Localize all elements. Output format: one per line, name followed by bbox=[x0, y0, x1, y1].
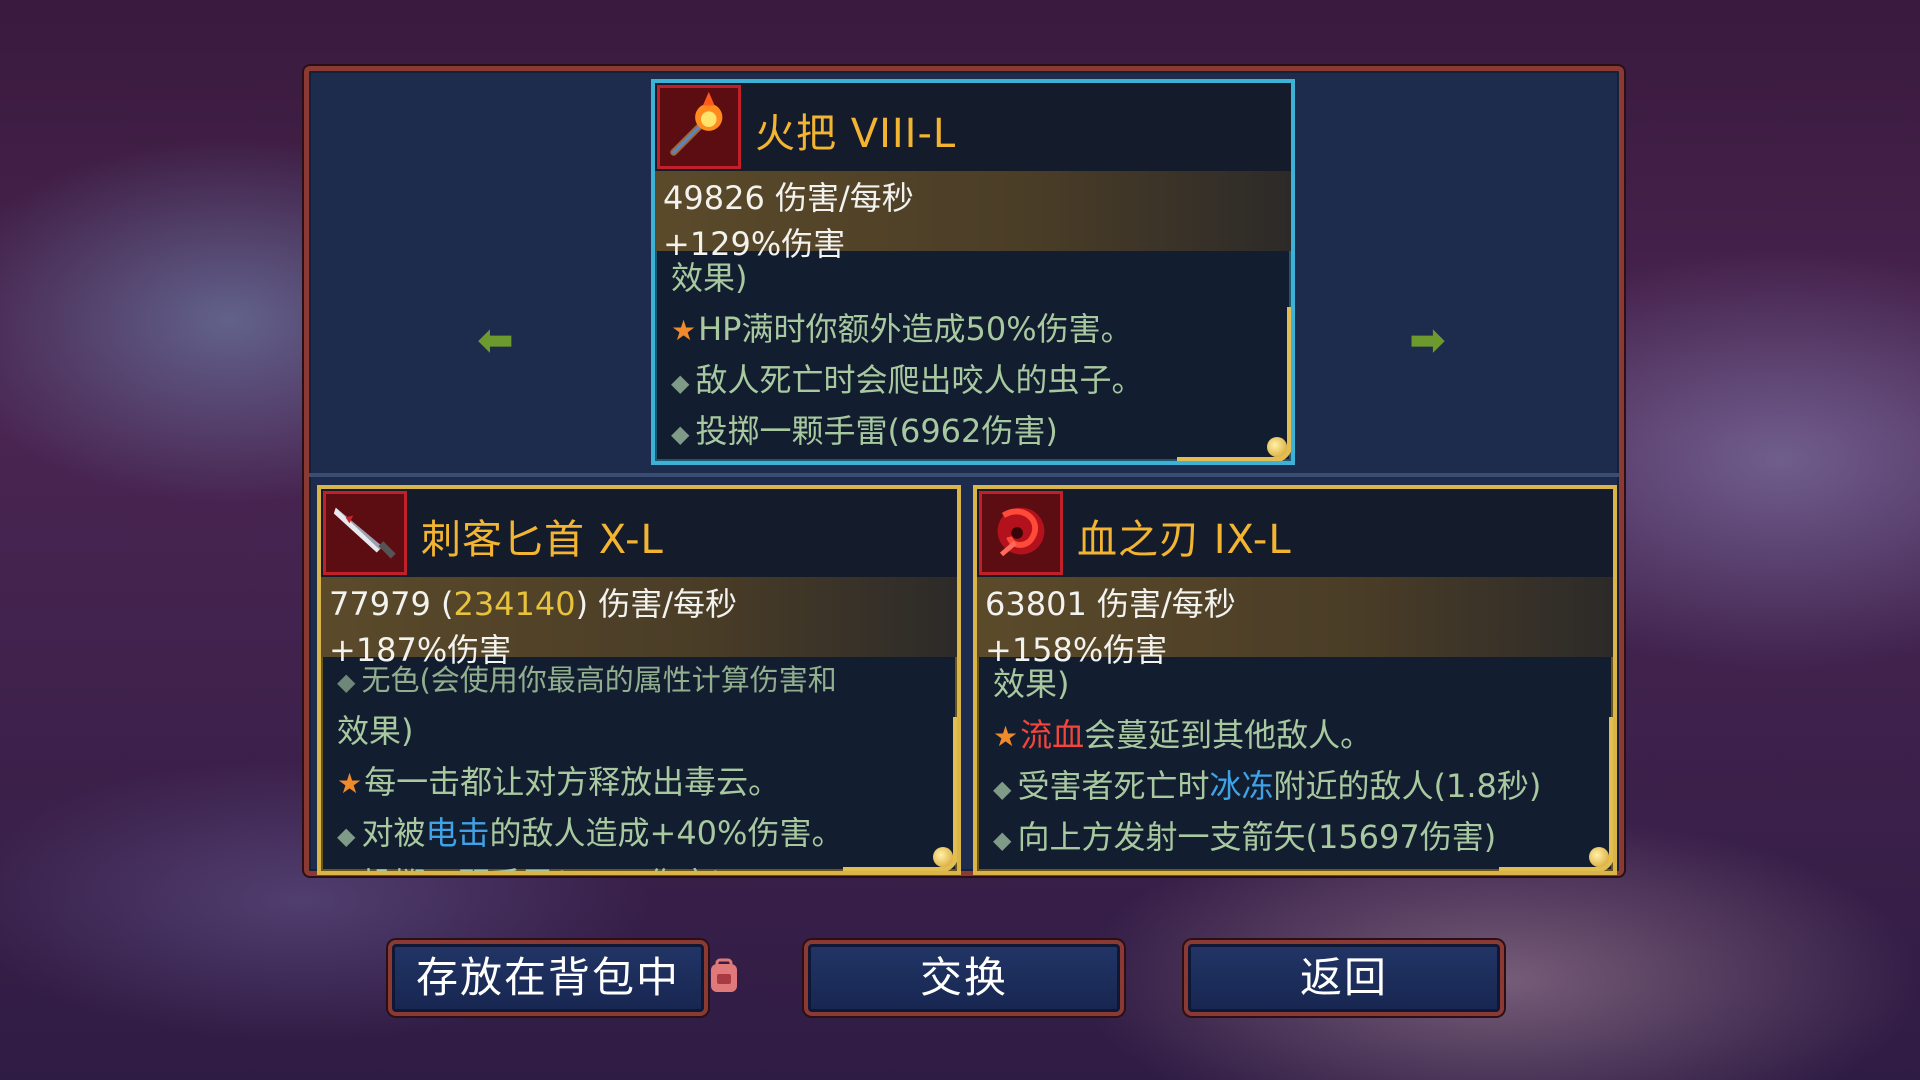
star-icon: ★ bbox=[993, 720, 1019, 753]
gem-icon bbox=[933, 847, 953, 867]
star-icon: ★ bbox=[671, 314, 697, 347]
effect-line: ★HP满时你额外造成50%伤害。 bbox=[671, 310, 1133, 348]
dagger-icon bbox=[323, 491, 407, 575]
item-name: 血之刃 IX-L bbox=[1077, 517, 1292, 563]
diamond-bullet-icon: ◆ bbox=[337, 822, 356, 850]
effect-line: ★流血会蔓延到其他敌人。 bbox=[993, 716, 1373, 754]
diamond-bullet-icon: ◆ bbox=[993, 775, 1012, 803]
dps-unit: 伤害/每秒 bbox=[598, 585, 738, 623]
dps-unit: 伤害/每秒 bbox=[1096, 585, 1236, 623]
panel-divider bbox=[309, 473, 1619, 477]
backpack-icon bbox=[708, 958, 740, 994]
current-item-card[interactable]: 火把 VIII-L 49826 伤害/每秒 +129%伤害 效果) ★HP满时你… bbox=[651, 79, 1295, 465]
card-header bbox=[655, 83, 1291, 171]
effect-line: ◆投掷一颗手雷(6962伤害) bbox=[337, 859, 957, 875]
back-button[interactable]: 返回 bbox=[1184, 940, 1504, 1016]
left-item-card[interactable]: 刺客匕首 X-L 77979 (234140) 伤害/每秒 +187%伤害 ◆ 无… bbox=[317, 485, 961, 875]
swap-button[interactable]: 交换 bbox=[804, 940, 1124, 1016]
store-in-backpack-button[interactable]: 存放在背包中 bbox=[388, 940, 708, 1016]
keyword-bleed: 流血 bbox=[1020, 716, 1085, 754]
diamond-bullet-icon: ◆ bbox=[337, 668, 356, 696]
dps-crit-value: 234140 bbox=[453, 585, 576, 623]
diamond-bullet-icon: ◆ bbox=[671, 369, 690, 397]
effect-line: ◆ 向上方发射一支箭矢(15697伤害) bbox=[993, 818, 1497, 856]
keyword-shock: 电击 bbox=[425, 814, 490, 852]
card-header bbox=[977, 489, 1613, 577]
dps-value: 49826 bbox=[663, 179, 765, 217]
effects-list: 效果) ★流血会蔓延到其他敌人。 ◆ 受害者死亡时冰冻附近的敌人(1.8秒) ◆ 向… bbox=[977, 659, 1613, 863]
keyword-freeze: 冰冻 bbox=[1209, 767, 1274, 805]
dps-stat: 63801 伤害/每秒 bbox=[985, 579, 1236, 625]
gem-icon bbox=[1267, 437, 1287, 457]
next-arrow-icon[interactable]: ➡ bbox=[1409, 319, 1446, 363]
effect-line: ◆ 对被电击的敌人造成+40%伤害。 bbox=[337, 814, 844, 852]
dps-stat: 77979 (234140) 伤害/每秒 bbox=[329, 585, 738, 623]
effect-line: ◆ 敌人死亡时会爬出咬人的虫子。 bbox=[671, 361, 1144, 399]
diamond-bullet-icon: ◆ bbox=[993, 826, 1012, 854]
dps-value: 63801 bbox=[985, 585, 1087, 623]
torch-icon bbox=[657, 85, 741, 169]
effect-line: 效果) bbox=[993, 665, 1070, 703]
effect-line: 效果) bbox=[671, 259, 748, 297]
item-name: 火把 VIII-L bbox=[755, 111, 957, 157]
effects-list: 效果) ★HP满时你额外造成50%伤害。 ◆ 敌人死亡时会爬出咬人的虫子。 ◆ 投掷… bbox=[655, 253, 1291, 457]
right-item-card[interactable]: 血之刃 IX-L 63801 伤害/每秒 +158%伤害 效果) ★流血会蔓延到… bbox=[973, 485, 1617, 875]
prev-arrow-icon[interactable]: ⬅ bbox=[477, 319, 514, 363]
dps-stat: 49826 伤害/每秒 bbox=[663, 173, 914, 219]
dps-unit: 伤害/每秒 bbox=[774, 179, 914, 217]
item-name: 刺客匕首 X-L bbox=[421, 517, 664, 563]
effects-list: ◆ 无色(会使用你最高的属性计算伤害和 效果) ★每一击都让对方释放出毒云。 ◆ 对… bbox=[321, 655, 957, 875]
effect-line: 效果) bbox=[337, 712, 414, 750]
effect-line: ◆ 受害者死亡时冰冻附近的敌人(1.8秒) bbox=[993, 767, 1542, 805]
effect-line: ◆投掷一颗手雷(6962伤害) bbox=[671, 412, 1058, 450]
diamond-bullet-icon: ◆ bbox=[337, 873, 355, 875]
effect-line: ★每一击都让对方释放出毒云。 bbox=[337, 763, 781, 801]
gem-icon bbox=[1589, 847, 1609, 867]
blood-sword-icon bbox=[979, 491, 1063, 575]
effect-line: ◆ 无色(会使用你最高的属性计算伤害和 bbox=[337, 663, 837, 697]
diamond-bullet-icon: ◆ bbox=[671, 420, 690, 448]
item-compare-panel: ⬅ ➡ 火把 VIII-L 49826 伤害/每秒 +129%伤害 效果) ★H bbox=[304, 66, 1624, 876]
star-icon: ★ bbox=[337, 767, 363, 800]
dps-value: 77979 ( bbox=[329, 585, 454, 623]
